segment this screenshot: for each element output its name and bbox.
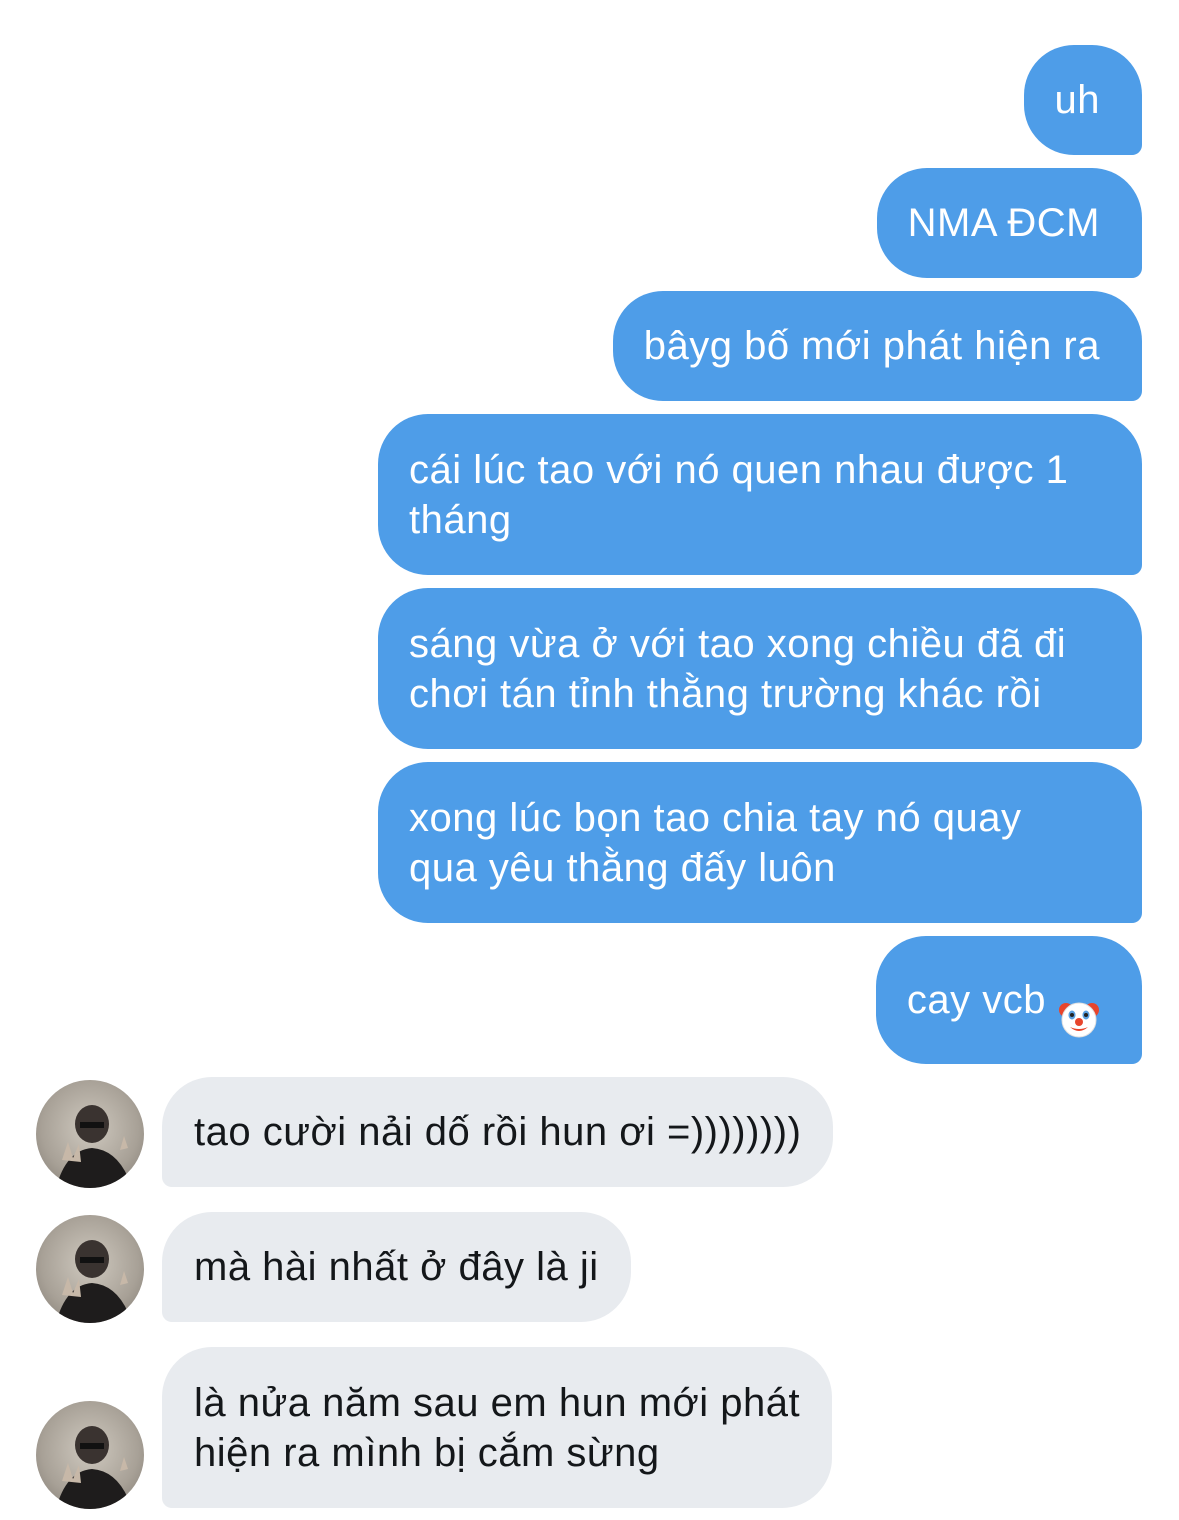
message-text: sáng vừa ở với tao xong chiều đã đi chơi…	[409, 621, 1067, 716]
message-text: mà hài nhất ở đây là ji	[194, 1245, 599, 1289]
outgoing-message[interactable]: NMA ĐCM	[876, 168, 1142, 278]
message-text: xong lúc bọn tao chia tay nó quay qua yê…	[409, 795, 1022, 890]
person-photo-icon	[56, 1426, 132, 1509]
outgoing-message[interactable]: uh	[1023, 45, 1142, 155]
outgoing-message[interactable]: cay vcb	[875, 936, 1142, 1064]
user-avatar[interactable]	[36, 1401, 144, 1509]
message-text: NMA ĐCM	[907, 201, 1100, 245]
outgoing-message[interactable]: sáng vừa ở với tao xong chiều đã đi chơi…	[378, 588, 1142, 749]
user-avatar[interactable]	[36, 1215, 144, 1323]
message-text: bâyg bố mới phát hiện ra	[643, 324, 1100, 368]
person-photo-icon	[56, 1240, 132, 1323]
incoming-message[interactable]: tao cười nải dố rồi hun ơi =))))))))	[162, 1077, 834, 1187]
incoming-message[interactable]: là nửa năm sau em hun mới phát hiện ra m…	[162, 1347, 833, 1508]
outgoing-message[interactable]: xong lúc bọn tao chia tay nó quay qua yê…	[378, 762, 1142, 923]
user-avatar[interactable]	[36, 1080, 144, 1188]
outgoing-message[interactable]: bâyg bố mới phát hiện ra	[612, 291, 1142, 401]
message-text: cay vcb	[906, 978, 1046, 1022]
incoming-message[interactable]: mà hài nhất ở đây là ji	[162, 1212, 631, 1322]
outgoing-message[interactable]: cái lúc tao với nó quen nhau được 1 thán…	[378, 414, 1142, 575]
message-text: cái lúc tao với nó quen nhau được 1 thán…	[409, 447, 1069, 542]
person-photo-icon	[56, 1105, 132, 1188]
message-text: uh	[1054, 78, 1100, 122]
message-text: tao cười nải dố rồi hun ơi =))))))))	[194, 1110, 802, 1154]
clown-face-icon	[1058, 948, 1100, 1052]
message-text: là nửa năm sau em hun mới phát hiện ra m…	[194, 1380, 801, 1475]
